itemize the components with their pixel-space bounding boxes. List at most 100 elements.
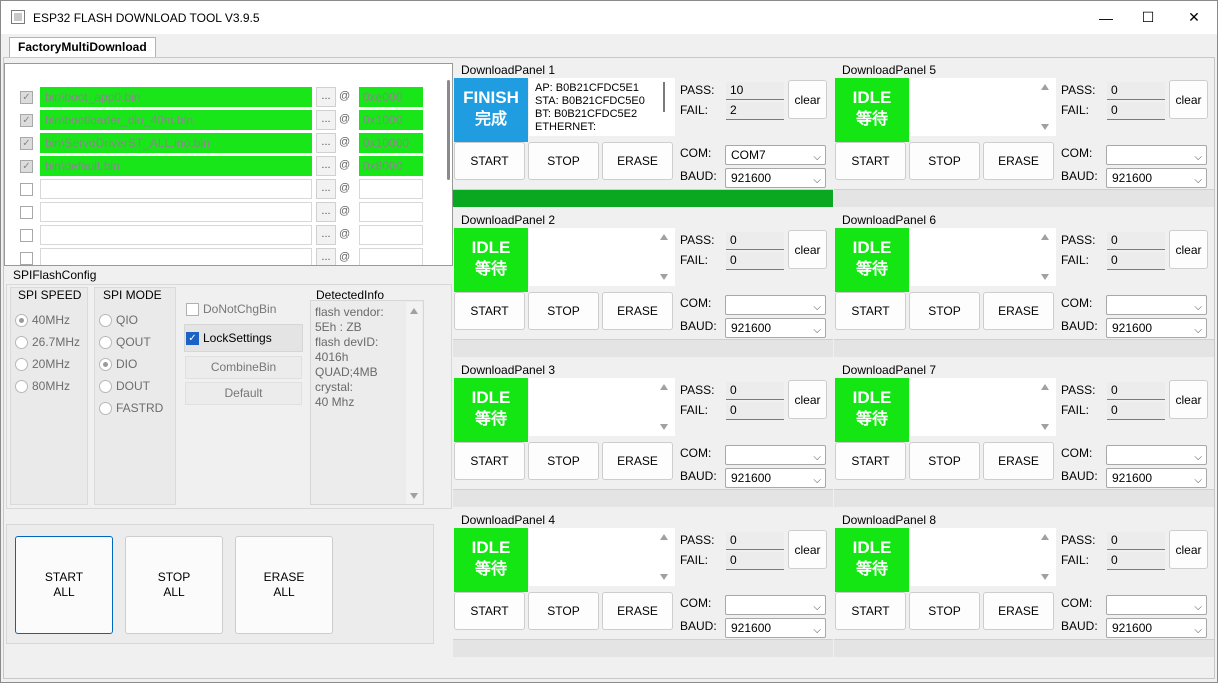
file-address-input[interactable] [359, 179, 423, 199]
stop-button[interactable]: STOP [528, 142, 599, 180]
scroll-up-icon[interactable] [1041, 534, 1049, 540]
clear-button[interactable]: clear [788, 380, 827, 419]
file-enable-checkbox[interactable]: ✓ [20, 91, 33, 104]
file-enable-checkbox[interactable]: ✓ [20, 160, 33, 173]
file-browse-button[interactable]: ... [316, 156, 336, 176]
com-select[interactable]: ⌵ [1106, 145, 1207, 165]
file-browse-button[interactable]: ... [316, 248, 336, 265]
info-scrollbar[interactable] [1038, 228, 1052, 286]
stop-button[interactable]: STOP [528, 592, 599, 630]
erase-button[interactable]: ERASE [983, 442, 1054, 480]
scroll-down-icon[interactable] [660, 574, 668, 580]
erase-button[interactable]: ERASE [602, 142, 673, 180]
stop-button[interactable]: STOP [528, 292, 599, 330]
scroll-down-icon[interactable] [660, 424, 668, 430]
erase-all-button[interactable]: ERASE ALL [235, 536, 333, 634]
start-button[interactable]: START [835, 142, 906, 180]
file-enable-checkbox[interactable]: ✓ [20, 137, 33, 150]
file-browse-button[interactable]: ... [316, 110, 336, 130]
erase-button[interactable]: ERASE [602, 442, 673, 480]
clear-button[interactable]: clear [1169, 80, 1208, 119]
scroll-up-icon[interactable] [660, 534, 668, 540]
com-select[interactable]: ⌵ [1106, 595, 1207, 615]
scroll-down-icon[interactable] [1041, 274, 1049, 280]
file-address-input[interactable]: 0x10000 [359, 133, 423, 153]
stop-button[interactable]: STOP [909, 442, 980, 480]
info-scrollbar[interactable] [1038, 528, 1052, 586]
info-scrollbar[interactable] [657, 228, 671, 286]
start-button[interactable]: START [454, 442, 525, 480]
stop-button[interactable]: STOP [909, 292, 980, 330]
baud-select[interactable]: 921600 ⌵ [725, 318, 826, 338]
scroll-up-icon[interactable] [660, 234, 668, 240]
stop-button[interactable]: STOP [909, 592, 980, 630]
com-select[interactable]: ⌵ [725, 445, 826, 465]
file-path-input[interactable] [40, 248, 312, 265]
stop-all-button[interactable]: STOP ALL [125, 536, 223, 634]
file-path-input[interactable] [40, 179, 312, 199]
file-address-input[interactable] [359, 225, 423, 245]
close-button[interactable]: ✕ [1171, 1, 1217, 34]
erase-button[interactable]: ERASE [983, 292, 1054, 330]
file-browse-button[interactable]: ... [316, 179, 336, 199]
file-browse-button[interactable]: ... [316, 202, 336, 222]
default-button[interactable]: Default [185, 382, 302, 405]
file-enable-checkbox[interactable] [20, 252, 33, 265]
radio-dout[interactable]: DOUT [99, 379, 150, 393]
info-scrollbar[interactable] [657, 378, 671, 436]
radio-26-7mhz[interactable]: 26.7MHz [15, 335, 80, 349]
scroll-down-icon[interactable] [1041, 424, 1049, 430]
scroll-up-icon[interactable] [1041, 84, 1049, 90]
file-browse-button[interactable]: ... [316, 133, 336, 153]
minimize-button[interactable]: — [1083, 1, 1129, 34]
start-button[interactable]: START [835, 442, 906, 480]
baud-select[interactable]: 921600 ⌵ [1106, 468, 1207, 488]
file-path-input[interactable] [40, 202, 312, 222]
com-select[interactable]: ⌵ [725, 295, 826, 315]
file-address-input[interactable] [359, 248, 423, 265]
stop-button[interactable]: STOP [528, 442, 599, 480]
detected-info-scrollbar[interactable] [406, 302, 422, 504]
radio-20mhz[interactable]: 20MHz [15, 357, 70, 371]
com-select[interactable]: ⌵ [725, 595, 826, 615]
combine-bin-button[interactable]: CombineBin [185, 356, 302, 379]
scroll-up-icon[interactable] [1041, 384, 1049, 390]
radio-40mhz[interactable]: 40MHz [15, 313, 70, 327]
scroll-down-icon[interactable] [1041, 574, 1049, 580]
clear-button[interactable]: clear [1169, 530, 1208, 569]
file-enable-checkbox[interactable] [20, 183, 33, 196]
clear-button[interactable]: clear [788, 80, 827, 119]
file-address-input[interactable]: 0x8000 [359, 156, 423, 176]
radio-qio[interactable]: QIO [99, 313, 138, 327]
clear-button[interactable]: clear [788, 530, 827, 569]
com-select[interactable]: ⌵ [1106, 445, 1207, 465]
erase-button[interactable]: ERASE [602, 592, 673, 630]
tab-factory-multi-download[interactable]: FactoryMultiDownload [9, 37, 156, 58]
file-path-input[interactable]: bin\boot_app0.bin [40, 87, 312, 107]
clear-button[interactable]: clear [1169, 230, 1208, 269]
file-enable-checkbox[interactable] [20, 206, 33, 219]
stop-button[interactable]: STOP [909, 142, 980, 180]
start-button[interactable]: START [835, 292, 906, 330]
baud-select[interactable]: 921600 ⌵ [1106, 618, 1207, 638]
clear-button[interactable]: clear [788, 230, 827, 269]
com-select[interactable]: COM7 ⌵ [725, 145, 826, 165]
start-button[interactable]: START [454, 592, 525, 630]
file-browse-button[interactable]: ... [316, 87, 336, 107]
erase-button[interactable]: ERASE [983, 142, 1054, 180]
erase-button[interactable]: ERASE [602, 292, 673, 330]
file-path-input[interactable] [40, 225, 312, 245]
scroll-thumb[interactable] [663, 82, 665, 112]
file-path-input[interactable]: bin\ServoDriverST_ALL.ino.bin [40, 133, 312, 153]
file-path-input[interactable]: bin\default.bin [40, 156, 312, 176]
erase-button[interactable]: ERASE [983, 592, 1054, 630]
info-scrollbar[interactable] [1038, 78, 1052, 136]
info-scrollbar[interactable] [1038, 378, 1052, 436]
file-address-input[interactable]: 0xe000 [359, 87, 423, 107]
lock-settings-checkbox[interactable]: ✓ LockSettings [186, 331, 272, 345]
scroll-up-icon[interactable] [410, 308, 418, 314]
radio-80mhz[interactable]: 80MHz [15, 379, 70, 393]
com-select[interactable]: ⌵ [1106, 295, 1207, 315]
file-address-input[interactable]: 0x1000 [359, 110, 423, 130]
start-button[interactable]: START [835, 592, 906, 630]
